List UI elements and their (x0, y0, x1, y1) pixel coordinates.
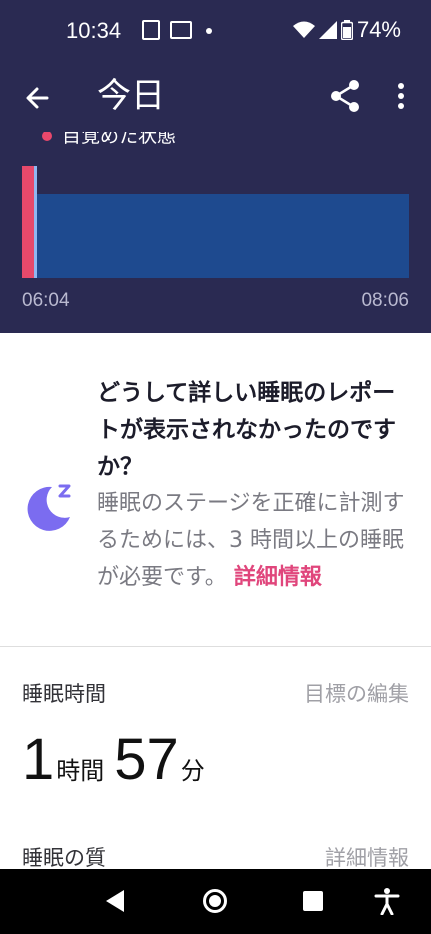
signal-icon (318, 21, 337, 39)
nav-home-button[interactable] (203, 889, 227, 913)
sleep-quality-label: 睡眠の質 (22, 846, 106, 870)
more-options-button[interactable] (385, 76, 417, 116)
page-title: 今日 (97, 76, 165, 116)
status-time: 10:34 (66, 18, 122, 43)
divider (0, 646, 431, 647)
duration-hours-unit: 時間 (56, 757, 105, 785)
nav-back-icon[interactable] (104, 889, 126, 913)
more-vert-icon (398, 83, 404, 109)
status-indicators: 74% (292, 17, 401, 43)
notification-sim-icon (142, 20, 160, 40)
asleep-bar (37, 194, 409, 278)
sleep-duration: 1 時間 57 分 (22, 728, 215, 792)
moon-sleep-icon (27, 484, 71, 531)
duration-hours: 1 (22, 727, 55, 792)
learn-more-link[interactable]: 詳細情報 (234, 565, 322, 590)
more-notifications-icon (206, 28, 212, 34)
duration-minutes: 57 (114, 727, 179, 792)
info-title: どうして詳しい睡眠のレポートが表示されなかったのですか？ (97, 380, 396, 480)
share-icon (331, 80, 359, 112)
sleep-chart: 目覚めた状態 06:04 08:06 (0, 132, 431, 333)
info-body: 睡眠のステージを正確に計測するためには、3 時間以上の睡眠が必要です。 詳細情報 (97, 485, 415, 596)
chart-end-time: 08:06 (361, 290, 409, 311)
quality-details-link[interactable]: 詳細情報 (325, 842, 409, 872)
sleep-time-label: 睡眠時間 (22, 682, 106, 706)
info-card: どうして詳しい睡眠のレポートが表示されなかったのですか？ 睡眠のステージを正確に… (0, 333, 431, 646)
chart-legend: 目覚めた状態 (42, 132, 176, 148)
nav-recents-button[interactable] (303, 891, 323, 911)
status-bar: 10:34 74% (0, 0, 431, 64)
awake-bar (22, 166, 34, 278)
system-nav-bar (0, 869, 431, 934)
accessibility-icon[interactable] (374, 887, 400, 915)
chart-start-time: 06:04 (22, 290, 70, 311)
notification-app-icon (170, 21, 192, 39)
battery-percent: 74% (356, 17, 401, 42)
duration-minutes-unit: 分 (180, 757, 205, 785)
battery-icon (340, 20, 353, 40)
legend-awake-dot (42, 132, 52, 141)
wifi-icon (292, 21, 315, 38)
arrow-back-icon (26, 87, 49, 109)
share-button[interactable] (325, 76, 365, 116)
edit-goal-link[interactable]: 目標の編集 (304, 678, 409, 708)
legend-awake-label: 目覚めた状態 (62, 132, 177, 147)
back-button[interactable] (18, 78, 58, 118)
app-bar: 今日 (0, 64, 431, 132)
